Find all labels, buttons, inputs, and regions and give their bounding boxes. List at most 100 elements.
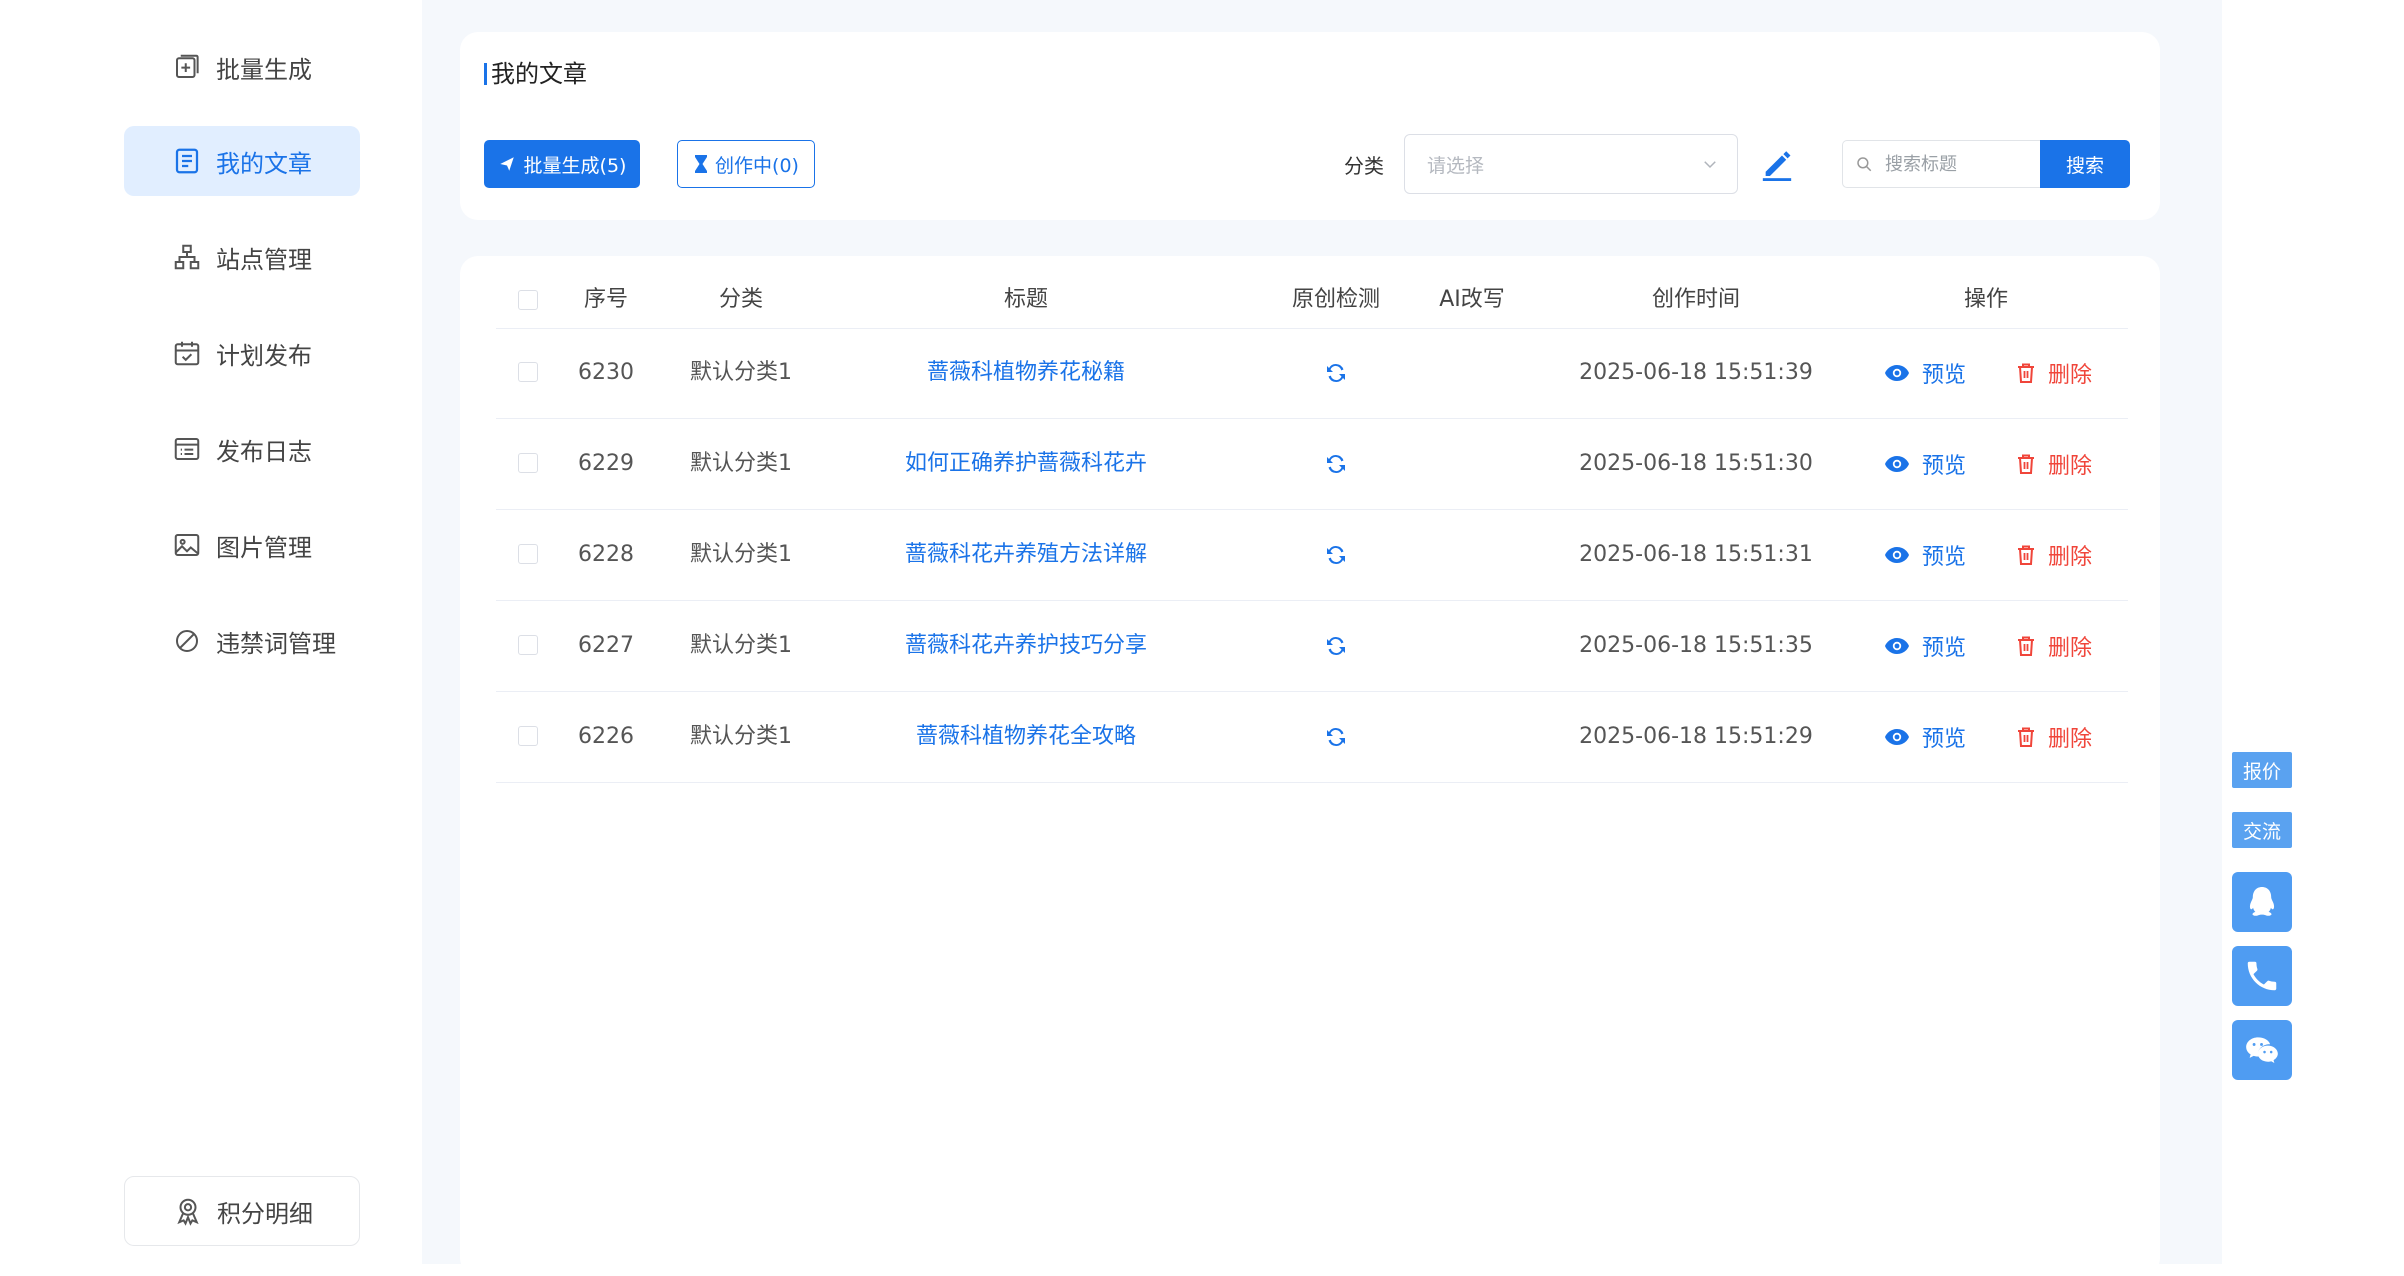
creating-button[interactable]: 创作中(0) — [677, 140, 815, 188]
send-icon — [499, 157, 514, 171]
wechat-icon — [2246, 1037, 2278, 1063]
originality-check-icon[interactable] — [1324, 452, 1348, 476]
table-header: 序号 分类 标题 原创检测 AI改写 创作时间 操作 — [496, 272, 2128, 329]
row-checkbox[interactable] — [518, 635, 538, 655]
table-row: 6226 默认分类1 蔷薇科植物养花全攻略 2025-06-18 15:51:29 预览… — [496, 692, 2128, 783]
row-created-time: 2025-06-18 15:51:30 — [1579, 451, 1813, 476]
trash-icon — [2016, 544, 2036, 566]
edit-icon[interactable] — [1760, 146, 1794, 182]
row-title-link[interactable]: 如何正确养护蔷薇科花卉 — [846, 419, 1206, 509]
search-field — [1842, 140, 2040, 188]
search-input[interactable] — [1883, 152, 2027, 176]
preview-button[interactable]: 预览 — [1884, 328, 1966, 418]
row-title-link[interactable]: 蔷薇科植物养花全攻略 — [846, 692, 1206, 782]
chevron-down-icon — [1704, 161, 1716, 169]
row-title-link[interactable]: 蔷薇科植物养花秘籍 — [846, 328, 1206, 418]
eye-icon — [1884, 546, 1910, 564]
qq-icon — [2249, 886, 2275, 916]
sidebar-item-site-management[interactable]: 站点管理 — [124, 222, 360, 292]
eye-icon — [1884, 364, 1910, 382]
category-select-placeholder: 请选择 — [1427, 154, 1485, 177]
delete-button[interactable]: 删除 — [2016, 601, 2092, 691]
originality-check-icon[interactable] — [1324, 725, 1348, 749]
sidebar-item-forbidden-words[interactable]: 违禁词管理 — [124, 606, 360, 676]
document-icon — [172, 146, 202, 176]
page-title: 我的文章 — [484, 54, 587, 89]
trash-icon — [2016, 635, 2036, 657]
column-header-actions: 操作 — [1963, 287, 2008, 312]
table-row: 6229 默认分类1 如何正确养护蔷薇科花卉 2025-06-18 15:51:30 预… — [496, 419, 2128, 510]
phone-button[interactable] — [2232, 946, 2292, 1006]
row-id: 6228 — [578, 542, 634, 567]
sidebar-item-label: 批量生成 — [216, 55, 312, 84]
forbidden-icon — [172, 626, 202, 656]
points-detail-button[interactable]: 积分明细 — [124, 1176, 360, 1246]
row-category: 默认分类1 — [690, 633, 792, 658]
delete-button[interactable]: 删除 — [2016, 328, 2092, 418]
preview-button[interactable]: 预览 — [1884, 601, 1966, 691]
chat-tag[interactable]: 交流 — [2232, 812, 2292, 848]
row-checkbox[interactable] — [518, 726, 538, 746]
row-id: 6230 — [578, 360, 634, 385]
row-created-time: 2025-06-18 15:51:29 — [1579, 724, 1813, 749]
batch-generate-button[interactable]: 批量生成(5) — [484, 140, 640, 188]
column-header-originality: 原创检测 — [1291, 287, 1380, 312]
row-created-time: 2025-06-18 15:51:39 — [1579, 360, 1813, 385]
row-category: 默认分类1 — [690, 360, 792, 385]
eye-icon — [1884, 728, 1910, 746]
delete-button[interactable]: 删除 — [2016, 419, 2092, 509]
wechat-button[interactable] — [2232, 1020, 2292, 1080]
delete-button[interactable]: 删除 — [2016, 510, 2092, 600]
sidebar-item-publish-log[interactable]: 发布日志 — [124, 414, 360, 484]
table-row: 6230 默认分类1 蔷薇科植物养花秘籍 2025-06-18 15:51:39 预览删… — [496, 328, 2128, 419]
preview-button[interactable]: 预览 — [1884, 419, 1966, 509]
points-detail-label: 积分明细 — [217, 1199, 313, 1228]
originality-check-icon[interactable] — [1324, 634, 1348, 658]
sidebar-item-label: 站点管理 — [216, 245, 312, 274]
phone-icon — [2247, 961, 2277, 991]
eye-icon — [1884, 455, 1910, 473]
sidebar: 批量生成 我的文章 站点管理 计划发布 发布日志 图片管理 违禁词管理 积分明细 — [0, 0, 420, 1264]
award-icon — [173, 1196, 203, 1226]
row-checkbox[interactable] — [518, 544, 538, 564]
row-checkbox[interactable] — [518, 453, 538, 473]
plus-square-icon — [172, 52, 202, 82]
sidebar-item-label: 我的文章 — [216, 149, 312, 178]
select-all-checkbox[interactable] — [518, 290, 538, 310]
originality-check-icon[interactable] — [1324, 543, 1348, 567]
row-category: 默认分类1 — [690, 724, 792, 749]
image-icon — [172, 530, 202, 560]
column-header-title: 标题 — [1003, 287, 1048, 312]
search-icon — [1857, 157, 1872, 172]
table-row: 6228 默认分类1 蔷薇科花卉养殖方法详解 2025-06-18 15:51:31 预… — [496, 510, 2128, 601]
column-header-ai-rewrite: AI改写 — [1439, 287, 1505, 312]
sidebar-item-image-management[interactable]: 图片管理 — [124, 510, 360, 580]
originality-check-icon[interactable] — [1324, 361, 1348, 385]
trash-icon — [2016, 453, 2036, 475]
sidebar-item-label: 发布日志 — [216, 437, 312, 466]
preview-button[interactable]: 预览 — [1884, 510, 1966, 600]
row-created-time: 2025-06-18 15:51:35 — [1579, 633, 1813, 658]
sidebar-item-label: 违禁词管理 — [216, 629, 336, 658]
trash-icon — [2016, 726, 2036, 748]
preview-button[interactable]: 预览 — [1884, 692, 1966, 782]
row-category: 默认分类1 — [690, 542, 792, 567]
table-row: 6227 默认分类1 蔷薇科花卉养护技巧分享 2025-06-18 15:51:35 预… — [496, 601, 2128, 692]
row-checkbox[interactable] — [518, 362, 538, 382]
row-title-link[interactable]: 蔷薇科花卉养护技巧分享 — [846, 601, 1206, 691]
trash-icon — [2016, 362, 2036, 384]
search-button[interactable]: 搜索 — [2040, 140, 2130, 188]
sidebar-item-label: 图片管理 — [216, 533, 312, 562]
qq-button[interactable] — [2232, 872, 2292, 932]
sidebar-item-scheduled-publish[interactable]: 计划发布 — [124, 318, 360, 388]
column-header-id: 序号 — [583, 287, 628, 312]
delete-button[interactable]: 删除 — [2016, 692, 2092, 782]
row-created-time: 2025-06-18 15:51:31 — [1579, 542, 1813, 567]
sidebar-item-my-articles[interactable]: 我的文章 — [124, 126, 360, 196]
sidebar-item-batch-generate[interactable]: 批量生成 — [124, 32, 360, 102]
quote-tag[interactable]: 报价 — [2232, 752, 2292, 788]
toolbar-card — [460, 32, 2160, 220]
hourglass-icon — [695, 155, 708, 173]
category-select[interactable]: 请选择 — [1404, 134, 1738, 194]
row-title-link[interactable]: 蔷薇科花卉养殖方法详解 — [846, 510, 1206, 600]
